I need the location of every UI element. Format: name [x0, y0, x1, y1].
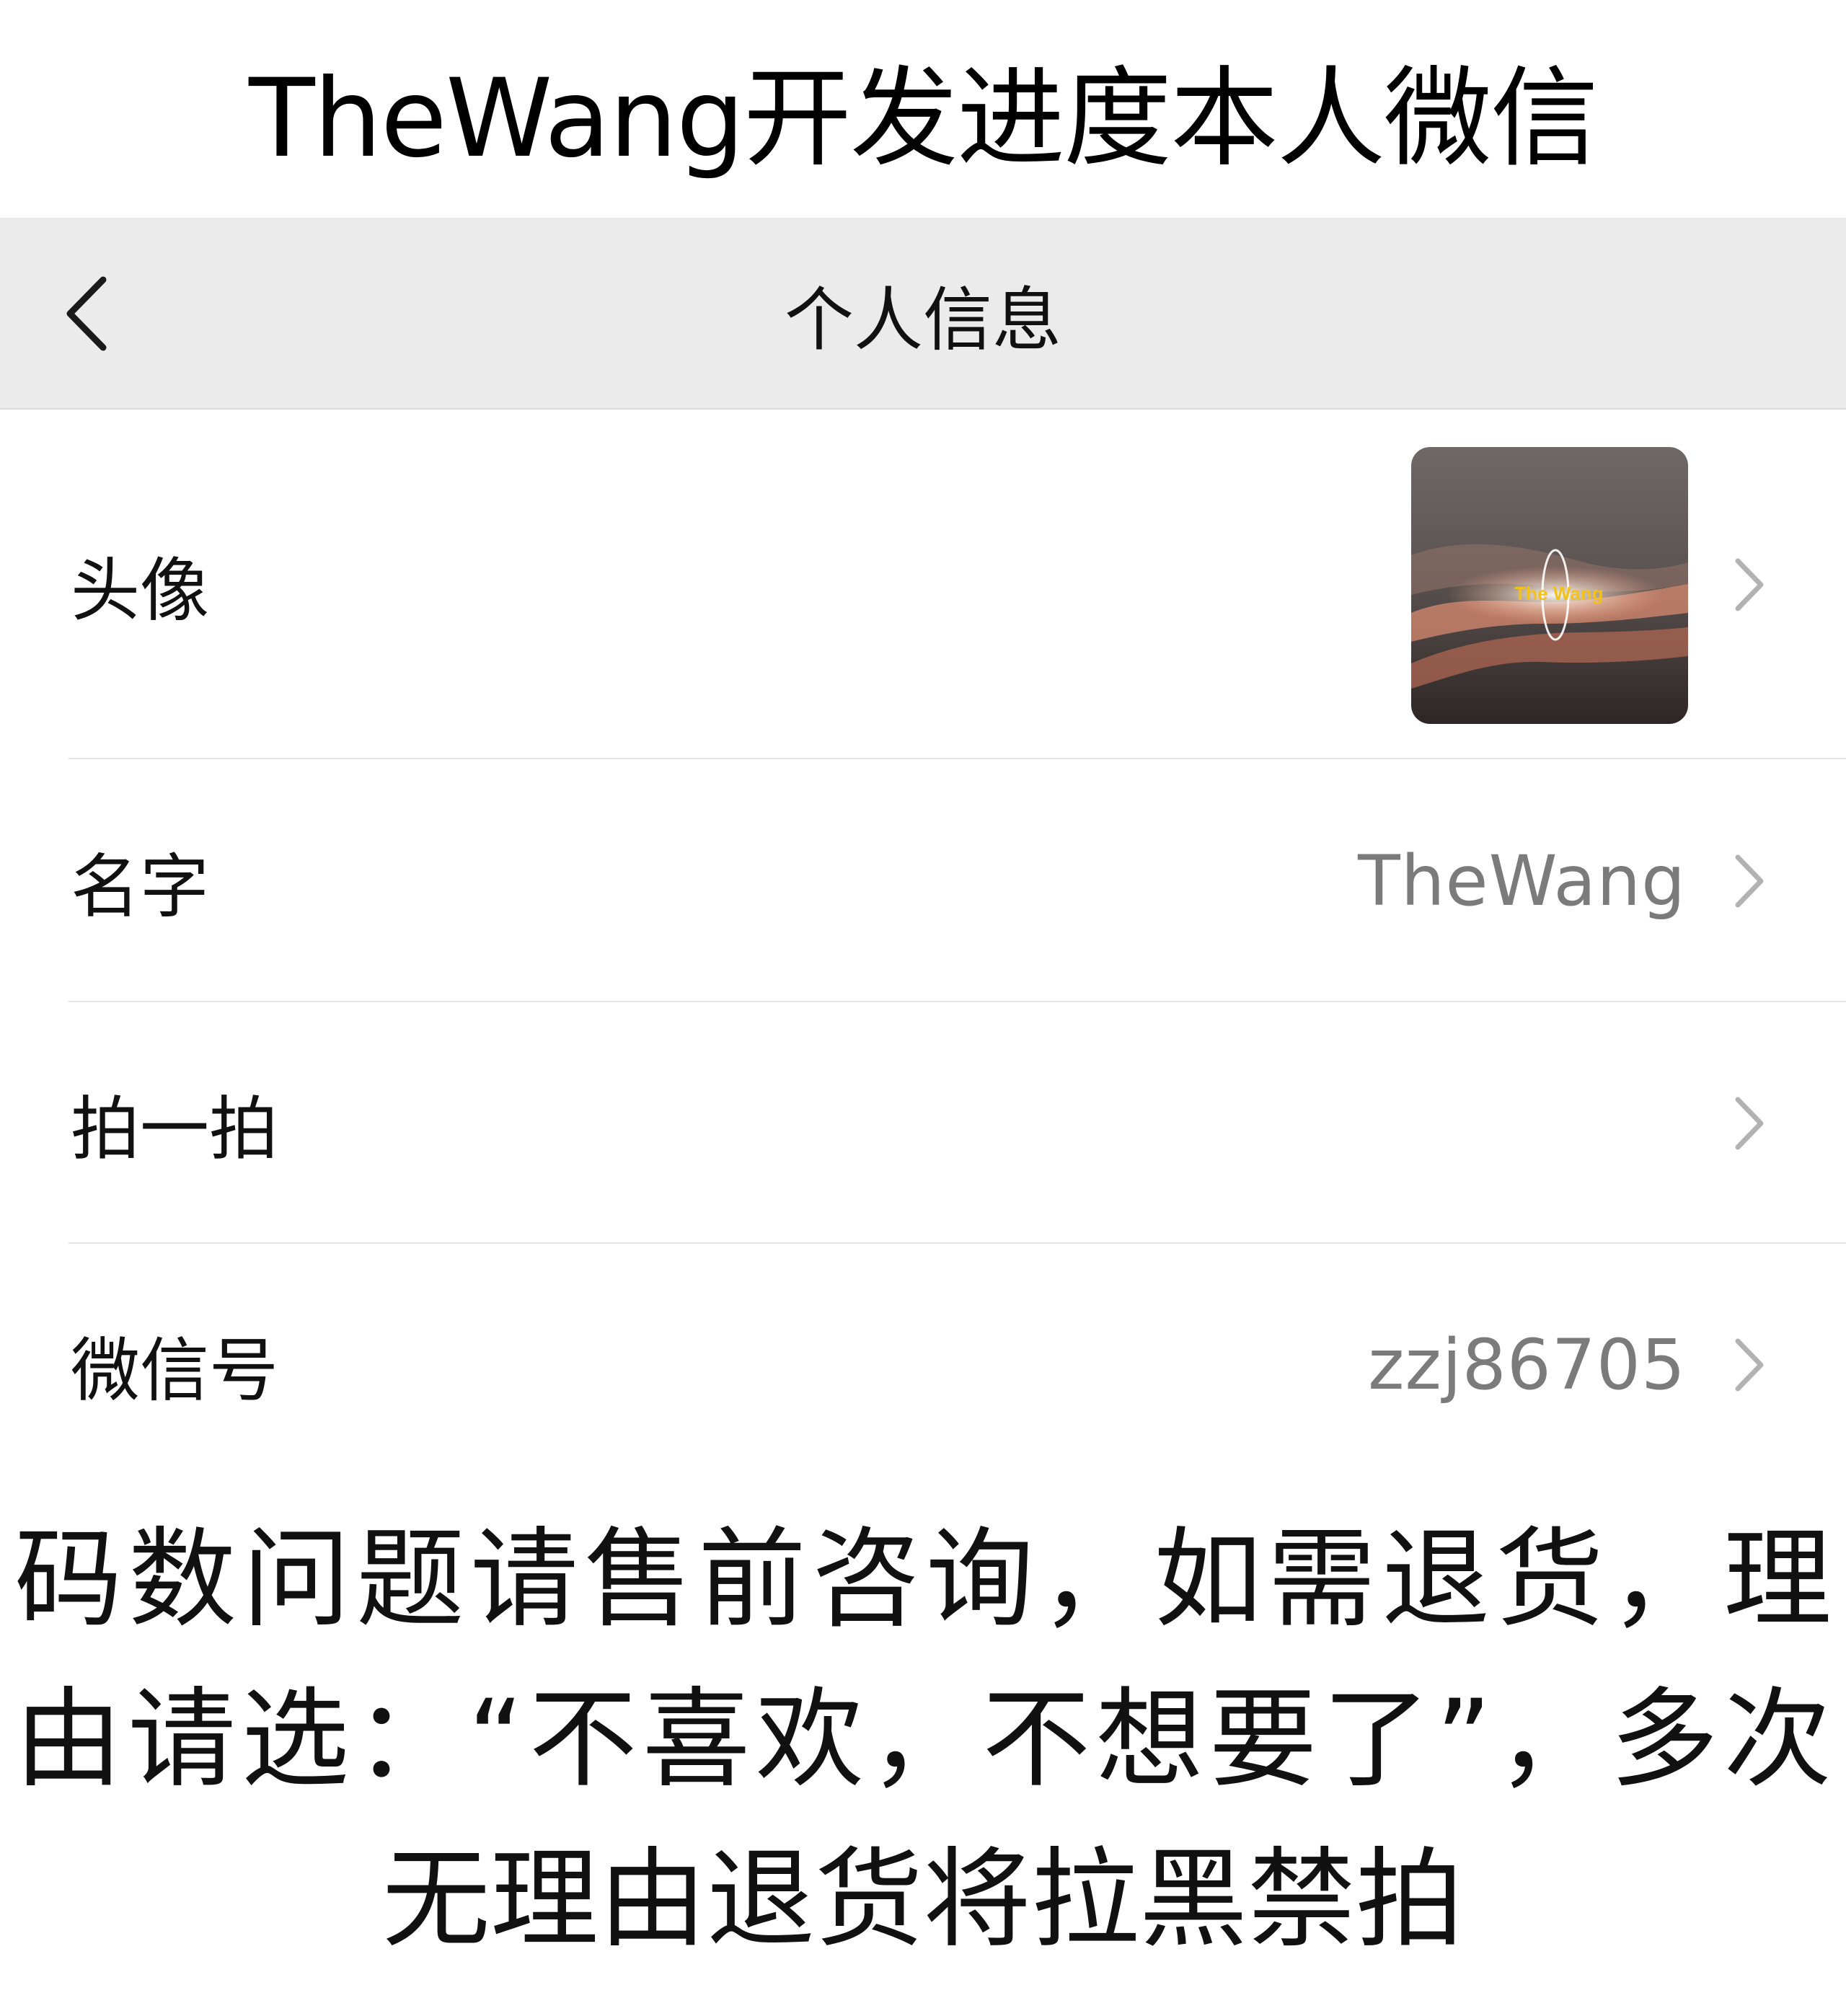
- row-label-avatar: 头像: [71, 550, 209, 631]
- screenshot-page: TheWang开发进度本人微信 个人信息 头像 The Wang 名字 TheW…: [0, 0, 1846, 2016]
- profile-row-pat[interactable]: 拍一拍: [0, 1002, 1846, 1244]
- profile-row-wechat-id[interactable]: 微信号 zzj86705: [0, 1244, 1846, 1485]
- row-value-wechat-id: zzj86705: [1368, 1324, 1686, 1405]
- chevron-right-icon: [1735, 854, 1764, 907]
- profile-row-avatar[interactable]: 头像 The Wang: [0, 410, 1846, 759]
- page-title: 个人信息: [785, 279, 1061, 361]
- svg-text:The Wang: The Wang: [1514, 583, 1603, 604]
- avatar[interactable]: The Wang: [1411, 447, 1688, 724]
- row-label-name: 名字: [71, 846, 209, 927]
- chevron-right-icon: [1735, 1097, 1764, 1149]
- return-policy-notice: 码数问题请售前咨询，如需退货，理由请选：“不喜欢，不想要了”，多次无理由退货将拉…: [14, 1517, 1832, 1963]
- profile-row-name[interactable]: 名字 TheWang: [0, 759, 1846, 1002]
- navigation-bar: 个人信息: [0, 218, 1846, 410]
- top-caption: TheWang开发进度本人微信: [249, 56, 1599, 182]
- row-label-wechat-id: 微信号: [71, 1330, 278, 1411]
- row-value-name: TheWang: [1358, 840, 1686, 921]
- chevron-right-icon: [1735, 558, 1764, 611]
- profile-info-list: 头像 The Wang 名字 TheWang 拍一拍 微信号 zzj86705: [0, 410, 1846, 1485]
- row-label-pat: 拍一拍: [71, 1089, 278, 1170]
- chevron-right-icon: [1735, 1338, 1764, 1391]
